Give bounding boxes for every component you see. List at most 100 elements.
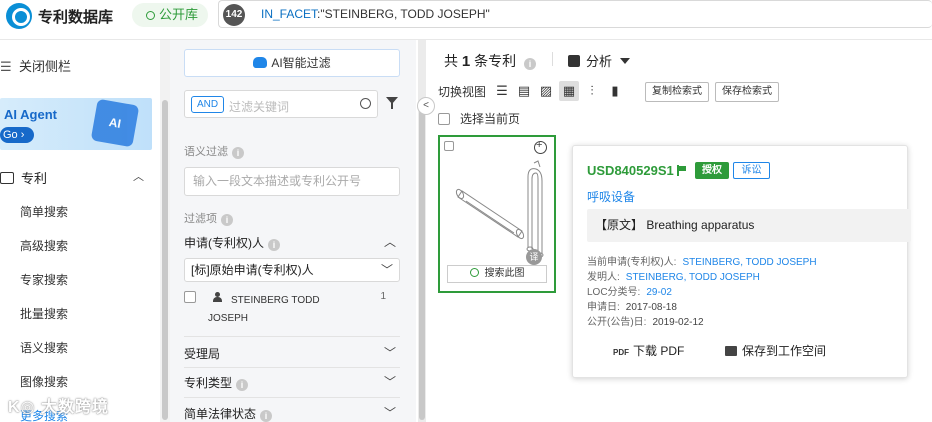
analysis-label: 分析 <box>586 54 613 69</box>
chevron-up-icon[interactable]: ︿ <box>384 233 396 250</box>
query-input[interactable]: 142 IN_FACET:"STEINBERG, TODD JOSEPH" <box>218 0 932 28</box>
compare-view-icon[interactable]: ⫶ <box>582 81 602 101</box>
keyword-filter-input[interactable]: AND 过滤关键词 <box>184 90 378 118</box>
applicant-type-select[interactable]: [标]原始申请(专利权)人 ﹀ <box>184 258 400 282</box>
ai-filter-label: AI智能过滤 <box>271 56 331 70</box>
filter-scrollbar-thumb[interactable] <box>419 110 425 420</box>
list-view-icon[interactable]: ☰ <box>492 81 512 101</box>
left-sidebar: ☰ 关闭侧栏 AI Agent Go › AI 专利 ︿ 简单搜索 高级搜索 专家搜… <box>0 40 160 422</box>
sidebar-item-semantic-search[interactable]: 语义搜索 <box>20 339 68 356</box>
card-checkbox[interactable] <box>444 141 454 151</box>
pdf-icon: PDF <box>613 348 629 357</box>
applicant-meta-value[interactable]: STEINBERG, TODD JOSEPH <box>682 257 816 268</box>
sidebar-item-expert-search[interactable]: 专家搜索 <box>20 271 68 288</box>
filter-icon[interactable] <box>386 97 398 109</box>
application-date-label: 申请日: <box>587 302 620 313</box>
sidebar-item-patent-label: 专利 <box>21 171 48 186</box>
result-prefix: 共 <box>444 53 458 69</box>
legal-status-group-title: 简单法律状态 <box>184 407 257 421</box>
inventor-meta-value[interactable]: STEINBERG, TODD JOSEPH <box>626 272 760 283</box>
applicant-group-header[interactable]: 申请(专利权)人 i ︿ <box>184 234 400 251</box>
sidebar-scrollbar[interactable] <box>160 40 170 422</box>
zoom-in-icon[interactable] <box>534 139 547 154</box>
analysis-dropdown[interactable]: 分析 <box>568 51 631 70</box>
group-divider <box>184 367 400 368</box>
and-operator-tag[interactable]: AND <box>191 96 225 113</box>
info-icon: i <box>236 379 249 391</box>
legal-status-group-header[interactable]: 简单法律状态 i ﹀ <box>184 405 400 422</box>
result-count: 1 <box>461 53 471 70</box>
sidebar-item-advanced-search[interactable]: 高级搜索 <box>20 237 68 254</box>
robot-icon <box>253 57 268 68</box>
close-sidebar-label: 关闭侧栏 <box>19 59 72 74</box>
office-group-title: 受理局 <box>184 347 221 361</box>
applicant-meta: 当前申请(专利权)人: STEINBERG, TODD JOSEPH <box>587 253 817 268</box>
logo-icon <box>6 3 32 29</box>
folder-icon <box>725 346 737 356</box>
ai-agent-banner[interactable]: AI Agent Go › AI <box>0 98 152 150</box>
group-divider <box>184 336 400 337</box>
save-workspace-label: 保存到工作空间 <box>742 344 827 358</box>
detail-list-view-icon[interactable]: ▤ <box>514 81 534 101</box>
sidebar-item-simple-search[interactable]: 简单搜索 <box>20 203 68 220</box>
flag-icon <box>677 165 687 176</box>
app-title: 专利数据库 <box>38 9 114 26</box>
save-query-button[interactable]: 保存检索式 <box>715 82 779 102</box>
patent-title[interactable]: 呼吸设备 <box>587 188 635 205</box>
result-summary: 共 1 条专利 i <box>444 51 537 71</box>
sidebar-scrollbar-thumb[interactable] <box>162 100 168 420</box>
view-switch-label: 切换视图 <box>438 85 487 99</box>
save-to-workspace-button[interactable]: 保存到工作空间 <box>725 342 826 359</box>
office-group-header[interactable]: 受理局 ﹀ <box>184 345 400 362</box>
chevron-down-icon[interactable]: ﹀ <box>384 344 396 361</box>
loc-meta: LOC分类号: 29-02 <box>587 283 672 298</box>
watermark: K◎ 大数跨境 <box>8 399 109 416</box>
image-search-icon <box>469 268 479 277</box>
chevron-down-icon[interactable]: ﹀ <box>384 373 396 390</box>
info-icon: i <box>232 147 244 159</box>
image-view-icon[interactable]: ▨ <box>536 81 556 101</box>
copy-query-button[interactable]: 复制检索式 <box>645 82 709 102</box>
patent-icon <box>0 172 14 184</box>
ai-filter-button[interactable]: AI智能过滤 <box>184 49 400 77</box>
original-title: 【原文】 Breathing apparatus <box>587 209 911 242</box>
select-page-checkbox[interactable] <box>438 113 450 125</box>
ai-agent-go-button[interactable]: Go › <box>0 127 34 143</box>
download-pdf-button[interactable]: PDF 下载 PDF <box>613 342 684 359</box>
sidebar-item-patent[interactable]: 专利 ︿ <box>0 168 152 187</box>
patent-card[interactable]: 译 搜索此图 <box>438 135 556 293</box>
close-sidebar-button[interactable]: ☰ 关闭侧栏 <box>0 56 71 75</box>
publication-number[interactable]: USD840529S1 <box>587 163 674 178</box>
loc-meta-value[interactable]: 29-02 <box>646 287 672 298</box>
search-icon[interactable] <box>360 98 371 109</box>
patent-type-group-header[interactable]: 专利类型 i ﹀ <box>184 374 400 391</box>
semantic-filter-input[interactable]: 输入一段文本描述或专利公开号 <box>184 167 400 196</box>
watermark-text: 大数跨境 <box>40 399 109 416</box>
database-tag[interactable]: 公开库 <box>132 3 208 27</box>
applicant-checkbox[interactable] <box>184 291 196 303</box>
sidebar-item-image-search[interactable]: 图像搜索 <box>20 373 68 390</box>
applicant-name-line-2: JOSEPH <box>208 313 249 324</box>
loc-meta-label: LOC分类号: <box>587 287 641 298</box>
filter-items-label: 过滤项 i <box>184 210 233 226</box>
select-current-page[interactable]: 选择当前页 <box>438 110 520 127</box>
inventor-meta: 发明人: STEINBERG, TODD JOSEPH <box>587 268 760 283</box>
keyword-placeholder: 过滤关键词 <box>229 100 290 114</box>
chart-view-icon[interactable]: ▮ <box>605 81 625 101</box>
applicant-meta-label: 当前申请(专利权)人: <box>587 257 677 268</box>
chevron-down-icon: ﹀ <box>380 263 393 277</box>
chevron-down-icon[interactable]: ﹀ <box>384 404 396 421</box>
patent-detail-popover: USD840529S1 授权 诉讼 呼吸设备 【原文】 Breathing ap… <box>572 145 911 378</box>
grid-view-icon[interactable]: ▦ <box>559 81 579 101</box>
sidebar-item-batch-search[interactable]: 批量搜索 <box>20 305 68 322</box>
info-icon: i <box>221 214 233 226</box>
toolbar-divider <box>552 52 553 66</box>
select-page-label: 选择当前页 <box>460 112 521 126</box>
group-divider <box>184 397 400 398</box>
info-icon: i <box>268 239 280 251</box>
chevron-up-icon: ︿ <box>133 171 144 183</box>
applicant-option-count: 1 <box>380 291 386 302</box>
translate-icon[interactable]: 译 <box>526 249 542 265</box>
litigation-badge[interactable]: 诉讼 <box>733 162 770 179</box>
search-this-figure-button[interactable]: 搜索此图 <box>447 265 547 283</box>
